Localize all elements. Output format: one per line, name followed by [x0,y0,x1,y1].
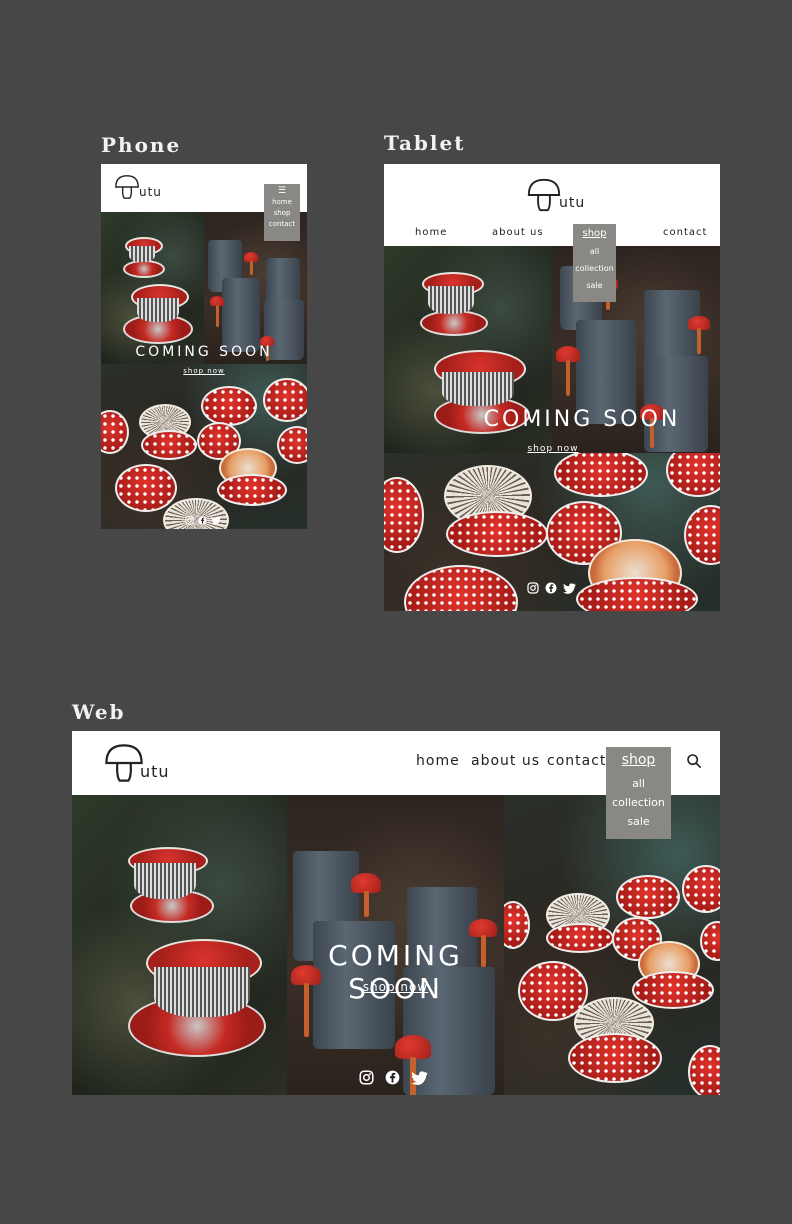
phone-menu: ☰ home shop contact [264,184,300,241]
phone-menu-shop[interactable]: shop [264,208,300,219]
web-nav-contact[interactable]: contact [547,753,606,769]
tablet-mockup: utu home about us contact shop all colle… [384,164,720,611]
brand-name: utu [140,762,170,781]
phone-social-links [185,516,221,525]
tablet-nav-about[interactable]: about us [492,227,544,238]
web-mockup: utu home about us contact shop all colle… [72,731,720,1095]
phone-logo[interactable]: utu [113,173,162,201]
menu-icon[interactable]: ☰ [264,186,300,197]
facebook-icon[interactable] [198,516,207,525]
tablet-label: Tablet [384,131,466,155]
instagram-icon[interactable] [527,582,539,594]
twitter-icon[interactable] [411,1070,428,1085]
web-nav-home[interactable]: home [416,753,460,769]
web-hero-cups-image [72,795,287,1095]
brand-name: utu [139,185,162,199]
tablet-shop-now-link[interactable]: shop now [444,444,662,454]
web-nav-about[interactable]: about us [471,753,540,769]
phone-hero-floor-image [101,364,307,529]
instagram-icon[interactable] [185,516,194,525]
tablet-header: utu home about us contact [384,164,720,246]
web-hero-floor-image [504,795,720,1095]
mushroom-logo-icon [527,178,561,212]
facebook-icon[interactable] [385,1070,400,1085]
tablet-shop-collection[interactable]: collection [573,260,616,277]
phone-menu-contact[interactable]: contact [264,219,300,230]
web-hero-title: COMING SOON [328,939,463,1005]
web-shop-dropdown: shop all collection sale [606,747,671,839]
web-social-links [359,1070,428,1085]
instagram-icon[interactable] [359,1070,374,1085]
phone-label: Phone [101,133,182,157]
twitter-icon[interactable] [211,516,221,525]
tablet-hero-title: COMING SOON [483,407,681,432]
tablet-nav-home[interactable]: home [415,227,447,238]
web-shop-collection[interactable]: collection [606,793,671,812]
twitter-icon[interactable] [563,582,576,594]
phone-shop-now-link[interactable]: shop now [101,367,307,375]
web-label: Web [72,700,126,724]
phone-mockup: utu ☰ home shop contact COMING SOON shop… [101,164,307,529]
web-shop-all[interactable]: all [606,774,671,793]
web-shop-now-link[interactable]: shop now [287,980,504,994]
tablet-logo[interactable]: utu [525,176,585,214]
phone-hero-title: COMING SOON [135,344,273,360]
phone-menu-home[interactable]: home [264,197,300,208]
phone-header: utu ☰ home shop contact [101,164,307,241]
mushroom-logo-icon [115,175,139,199]
facebook-icon[interactable] [545,582,557,594]
search-icon[interactable] [686,753,702,769]
phone-hero-cups-image [101,212,204,364]
tablet-social-links [527,582,576,594]
brand-name: utu [559,195,586,211]
tablet-nav-shop[interactable]: shop [573,224,616,243]
tablet-shop-dropdown: shop all collection sale [573,224,616,302]
web-shop-sale[interactable]: sale [606,812,671,831]
tablet-shop-all[interactable]: all [573,243,616,260]
web-nav-shop[interactable]: shop [606,747,671,774]
tablet-shop-sale[interactable]: sale [573,277,616,294]
web-logo[interactable]: utu [102,741,170,785]
tablet-nav-contact[interactable]: contact [663,227,707,238]
